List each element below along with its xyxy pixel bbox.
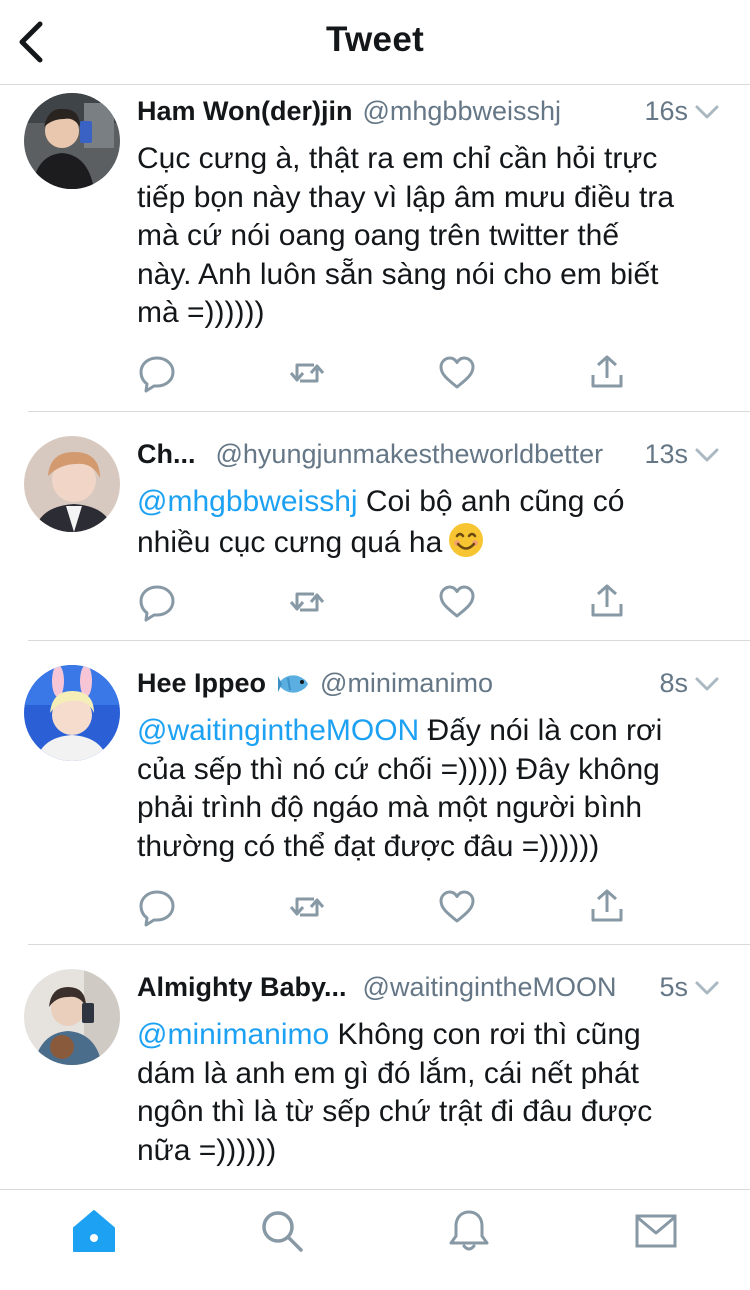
share-icon[interactable] [587, 353, 627, 393]
smiling-face-emoji [449, 522, 484, 557]
like-heart-icon[interactable] [437, 353, 477, 393]
tweet-text-line: @minimanimo Không con rơi thì cũng [137, 1016, 727, 1055]
mention-link[interactable]: @waitingintheMOON [137, 714, 419, 747]
avatar[interactable] [24, 436, 120, 532]
tweet-actions [137, 582, 637, 622]
like-heart-icon[interactable] [437, 582, 477, 622]
timestamp: 5s [659, 972, 688, 1002]
share-icon[interactable] [587, 582, 627, 622]
notifications-icon[interactable] [446, 1208, 492, 1254]
tweet-text: @minimanimo Không con rơi thì cũng dám l… [137, 1016, 727, 1170]
tweet-header: Ham Won(der)jin @mhgbbweisshj 16s [137, 93, 720, 129]
page-title: Tweet [325, 20, 425, 59]
home-icon[interactable] [71, 1208, 117, 1254]
mention-link[interactable]: @mhgbbweisshj [137, 485, 358, 518]
tweet-text-line: phải trình độ ngáo mà một người bình [137, 791, 643, 824]
tweet-text-line: mà cứ nói oang oang trên twitter thế [137, 219, 620, 252]
tweet-text-line: nhiều cục cưng quá ha [137, 522, 727, 563]
tweet-text-line: dám là anh em gì đó lắm, cái nết phát [137, 1056, 639, 1090]
tweet-item[interactable]: Almighty Baby... @waitingintheMOON 5s @mi… [0, 945, 750, 1189]
timestamp: 16s [644, 96, 688, 126]
tweet-item[interactable]: Ch... @hyungjunmakestheworldbetter 13s @m… [0, 412, 750, 641]
tweet-text-segment: Không con rơi thì cũng [329, 1018, 641, 1051]
timestamp: 8s [659, 668, 688, 698]
search-icon[interactable] [259, 1208, 305, 1254]
bottom-tab-bar [0, 1189, 750, 1290]
tweet-text-line: tiếp bọn này thay vì lập âm mưu điều tra [137, 180, 675, 214]
like-heart-icon[interactable] [437, 887, 477, 927]
avatar[interactable] [24, 93, 120, 189]
tweet-text-line: ngôn thì là từ sếp chứ trật đi đâu được [137, 1095, 653, 1128]
display-name[interactable]: Hee Ippeo [137, 668, 266, 698]
avatar[interactable] [24, 969, 120, 1065]
tweet-text-segment: Coi bộ anh cũng có [357, 485, 625, 518]
username[interactable]: @mhgbbweisshj [363, 96, 562, 126]
chevron-down-icon[interactable] [694, 99, 720, 125]
retweet-icon[interactable] [287, 887, 327, 927]
tweet-text-line: @waitingintheMOON Đấy nói là con rơi [137, 712, 727, 751]
nav-header: Tweet [0, 0, 750, 85]
tweet-text-line: mà =)))))) [137, 296, 265, 329]
username[interactable]: @minimanimo [320, 668, 493, 698]
tweet-actions [137, 887, 637, 927]
share-icon[interactable] [587, 887, 627, 927]
tweet-actions [137, 353, 637, 393]
reply-icon[interactable] [137, 582, 177, 622]
messages-icon[interactable] [633, 1208, 679, 1254]
chevron-down-icon[interactable] [694, 442, 720, 468]
tweet-item[interactable]: Ham Won(der)jin @mhgbbweisshj 16s Cục cưn… [0, 85, 750, 412]
tweet-text-line: @mhgbbweisshj Coi bộ anh cũng có [137, 483, 727, 522]
tweet-text-line: thường có thể đạt được đâu =)))))) [137, 829, 600, 863]
reply-icon[interactable] [137, 353, 177, 393]
tweet-text-line: Cục cưng à, thật ra em chỉ cần hỏi trực [137, 142, 658, 175]
tweet-text-line: này. Anh luôn sẵn sàng nói cho em biết [137, 257, 659, 291]
username[interactable]: @waitingintheMOON [363, 972, 617, 1002]
chevron-down-icon[interactable] [694, 975, 720, 1001]
timestamp: 13s [644, 439, 688, 469]
tweet-text-segment: nhiều cục cưng quá ha [137, 525, 443, 559]
tweet-text-line: của sếp thì nó cứ chối =))))) Đây không [137, 752, 660, 786]
reply-icon[interactable] [137, 887, 177, 927]
tweet-header: Ch... @hyungjunmakestheworldbetter 13s [137, 436, 720, 472]
tweet-text: @mhgbbweisshj Coi bộ anh cũng có nhiều c… [137, 483, 727, 562]
avatar[interactable] [24, 665, 120, 761]
tweet-text-segment: Đấy nói là con rơi [419, 714, 663, 747]
display-name[interactable]: Ch... [137, 439, 196, 469]
tweet-thread-screen: Tweet Ham Won(der)jin @mhgbbweisshj 16s C… [0, 0, 750, 1290]
username[interactable]: @hyungjunmakestheworldbetter [216, 439, 604, 469]
tweet-header: Almighty Baby... @waitingintheMOON 5s [137, 969, 720, 1005]
retweet-icon[interactable] [287, 582, 327, 622]
retweet-icon[interactable] [287, 353, 327, 393]
tweet-header: Hee Ippeo @minimanimo 8s [137, 665, 720, 701]
fish-emoji [278, 675, 309, 693]
display-name[interactable]: Ham Won(der)jin [137, 96, 353, 126]
mention-link[interactable]: @minimanimo [137, 1018, 329, 1051]
tweet-text: Cục cưng à, thật ra em chỉ cần hỏi trực … [137, 140, 727, 333]
tweet-text-line: nữa =)))))) [137, 1133, 277, 1167]
display-name[interactable]: Almighty Baby... [137, 972, 347, 1002]
tweet-text: @waitingintheMOON Đấy nói là con rơi của… [137, 712, 727, 866]
chevron-down-icon[interactable] [694, 671, 720, 697]
tweet-item[interactable]: Hee Ippeo @minimanimo 8s @waitingintheMOO… [0, 641, 750, 945]
